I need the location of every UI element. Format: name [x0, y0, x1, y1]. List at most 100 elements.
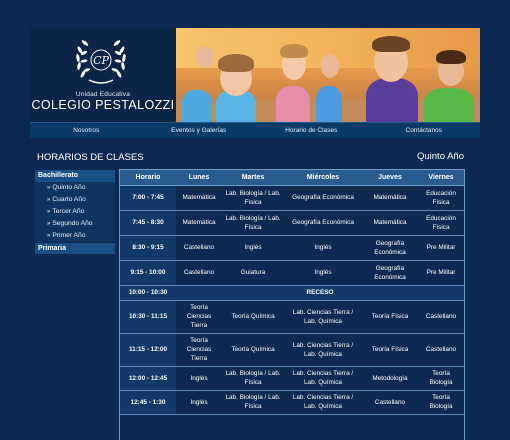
page-title: HORARIOS DE CLASES	[37, 152, 144, 163]
bullet-icon: »	[47, 185, 51, 191]
time-cell: 7:45 - 8:30	[120, 210, 176, 236]
table-cell: Inglés	[176, 390, 222, 415]
table-row: 7:00 - 7:45 Matemática Lab. Biología / L…	[120, 185, 464, 211]
bullet-icon: »	[47, 197, 51, 203]
table-cell: Lab. Ciencias Tierra / Lab. Química	[284, 300, 362, 334]
table-cell: Teoría Ciencias Tierra	[176, 333, 222, 367]
recess-cell: RECESO	[176, 285, 464, 301]
header-martes: Martes	[222, 170, 284, 186]
table-row: 7:45 - 8:30 Matemática Lab. Biología / L…	[120, 210, 464, 236]
table-cell: Guiatura	[222, 260, 284, 286]
schedule-header-row: Horario Lunes Martes Miércoles Jueves Vi…	[120, 170, 464, 186]
table-cell: Castellano	[418, 333, 464, 367]
sidebar-item-primero[interactable]: » Primer Año	[35, 230, 115, 242]
table-cell: Lab. Biología / Lab. Física	[222, 210, 284, 236]
table-cell: Educación Física	[418, 185, 464, 211]
table-cell: Matemática	[362, 185, 418, 211]
table-cell: Teoría Química	[222, 333, 284, 367]
content-headings: HORARIOS DE CLASES Quinto Año	[30, 151, 480, 168]
table-cell: Pre Militar	[418, 260, 464, 286]
table-cell: Geografía Económica	[284, 210, 362, 236]
table-cell: Castellano	[362, 390, 418, 415]
sidebar-item-label: Quinto Año	[52, 184, 86, 191]
table-cell: Lab. Ciencias Tierra / Lab. Química	[284, 333, 362, 367]
recess-row: 10:00 - 10:30 RECESO	[120, 285, 464, 301]
table-cell: Teoría Física	[362, 333, 418, 367]
page: CP Unidad Educativa COLEGIO PESTALOZZI N…	[30, 28, 480, 440]
header-banner: CP Unidad Educativa COLEGIO PESTALOZZI	[30, 28, 480, 122]
bullet-icon: »	[47, 209, 51, 215]
table-cell: Lab. Biología / Lab. Física	[222, 366, 284, 391]
sidebar-group-bachillerato[interactable]: Bachillerato	[35, 170, 115, 182]
sidebar-item-label: Segundo Año	[52, 220, 93, 227]
table-cell: Castellano	[418, 300, 464, 334]
time-cell: 10:30 - 11:15	[120, 300, 176, 334]
school-logo[interactable]: CP Unidad Educativa COLEGIO PESTALOZZI	[30, 28, 176, 122]
time-cell: 8:30 - 9:15	[120, 235, 176, 261]
table-cell: Teoría Química	[222, 300, 284, 334]
sidebar-item-quinto[interactable]: » Quinto Año	[35, 182, 115, 194]
table-cell: Matemática	[362, 210, 418, 236]
table-cell: Teoría Física	[362, 300, 418, 334]
table-cell: Pre Militar	[418, 235, 464, 261]
table-cell: Educación Física	[418, 210, 464, 236]
table-row: 9:15 - 10:00 Castellano Guiatura Inglés …	[120, 260, 464, 286]
table-cell: Lab. Biología / Lab. Física	[222, 185, 284, 211]
table-cell: Matemática	[176, 185, 222, 211]
sidebar-item-label: Cuarto Año	[52, 196, 86, 203]
table-row: 10:30 - 11:15 Teoría Ciencias Tierra Teo…	[120, 300, 464, 334]
main-nav: Nosotros Eventos y Galerías Horario de C…	[30, 122, 480, 138]
laurel-wreath-icon: CP	[76, 40, 126, 84]
students-photo	[176, 28, 480, 122]
table-cell: Teoría Biología	[418, 390, 464, 415]
bullet-icon: »	[47, 233, 51, 239]
table-cell: Inglés	[284, 235, 362, 261]
nav-horario-clases[interactable]: Horario de Clases	[255, 123, 368, 138]
time-cell: 12:45 - 1:30	[120, 390, 176, 415]
table-cell: Teoría Ciencias Tierra	[176, 300, 222, 334]
header-jueves: Jueves	[362, 170, 418, 186]
sidebar-group-primaria[interactable]: Primaria	[35, 242, 115, 254]
table-cell: Inglés	[222, 235, 284, 261]
table-cell: Castellano	[176, 260, 222, 286]
logo-name: COLEGIO PESTALOZZI	[31, 98, 175, 112]
time-cell: 9:15 - 10:00	[120, 260, 176, 286]
table-row: 12:00 - 12:45 Inglés Lab. Biología / Lab…	[120, 366, 464, 391]
sidebar-item-segundo[interactable]: » Segundo Año	[35, 218, 115, 230]
logo-subtitle: Unidad Educativa	[75, 91, 131, 98]
sidebar-item-tercero[interactable]: » Tercer Año	[35, 206, 115, 218]
time-cell: 10:00 - 10:30	[120, 285, 176, 301]
table-cell: Lab. Ciencias Tierra / Lab. Química	[284, 390, 362, 415]
table-cell: Teoría Biología	[418, 366, 464, 391]
time-cell: 12:00 - 12:45	[120, 366, 176, 391]
table-cell: Inglés	[176, 366, 222, 391]
table-cell: Lab. Ciencias Tierra / Lab. Química	[284, 366, 362, 391]
table-row: 8:30 - 9:15 Castellano Inglés Inglés Geo…	[120, 235, 464, 261]
sidebar-item-label: Primer Año	[52, 232, 86, 239]
nav-contactanos[interactable]: Contáctanos	[368, 123, 481, 138]
nav-eventos-galerias[interactable]: Eventos y Galerías	[143, 123, 256, 138]
logo-monogram: CP	[93, 54, 109, 67]
bullet-icon: »	[47, 221, 51, 227]
table-cell: Inglés	[284, 260, 362, 286]
time-cell: 7:00 - 7:45	[120, 185, 176, 211]
table-row: 12:45 - 1:30 Inglés Lab. Biología / Lab.…	[120, 390, 464, 415]
table-cell: Lab. Biología / Lab. Física	[222, 390, 284, 415]
sidebar: Bachillerato » Quinto Año » Cuarto Año » Te…	[35, 170, 115, 254]
table-cell: Geografía Económica	[362, 235, 418, 261]
table-cell: Matemática	[176, 210, 222, 236]
table-cell: Metodología	[362, 366, 418, 391]
sidebar-item-cuarto[interactable]: » Cuarto Año	[35, 194, 115, 206]
sidebar-list: » Quinto Año » Cuarto Año » Tercer Año » Seg…	[35, 182, 115, 242]
schedule-table: Horario Lunes Martes Miércoles Jueves Vi…	[119, 169, 465, 440]
header-viernes: Viernes	[418, 170, 464, 186]
header-miercoles: Miércoles	[284, 170, 362, 186]
time-cell: 11:15 - 12:00	[120, 333, 176, 367]
header-horario: Horario	[120, 170, 176, 186]
nav-nosotros[interactable]: Nosotros	[30, 123, 143, 138]
sidebar-item-label: Tercer Año	[52, 208, 85, 215]
table-row: 11:15 - 12:00 Teoría Ciencias Tierra Teo…	[120, 333, 464, 367]
table-cell: Geografía Económica	[362, 260, 418, 286]
header-lunes: Lunes	[176, 170, 222, 186]
grade-title: Quinto Año	[416, 151, 464, 162]
